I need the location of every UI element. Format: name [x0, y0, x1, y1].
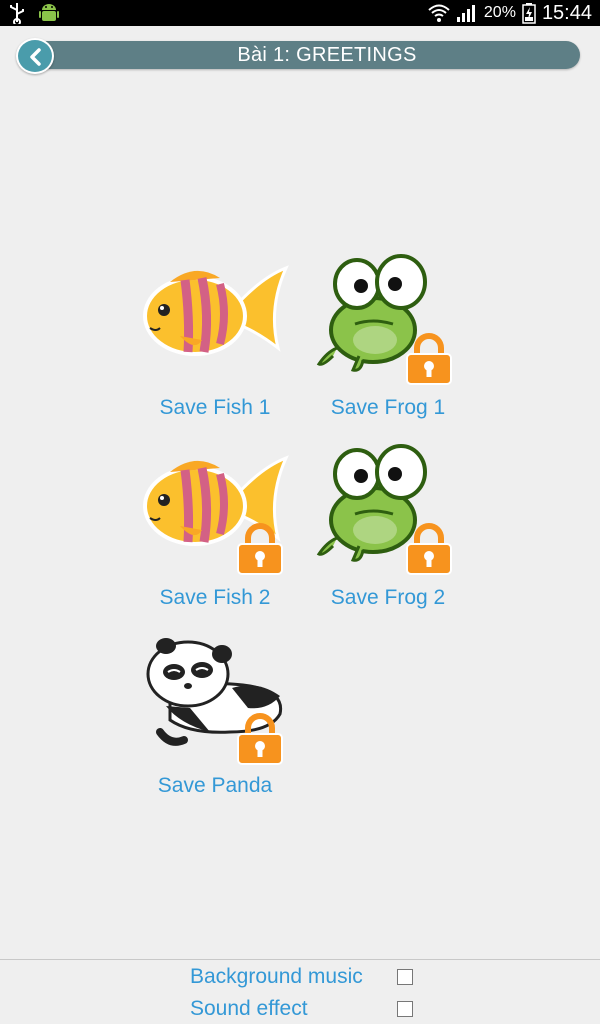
battery-icon [522, 3, 536, 24]
fish-image [143, 265, 289, 356]
lesson-label: Save Fish 2 [159, 586, 271, 609]
status-bar: 20% 15:44 [0, 0, 600, 26]
background-music-checkbox[interactable] [397, 969, 413, 985]
lock-icon [406, 523, 452, 575]
setting-label: Sound effect [190, 997, 308, 1020]
title-pill: Bài 1: GREETINGS [34, 41, 580, 69]
android-icon [39, 4, 59, 21]
usb-icon [10, 3, 24, 24]
wifi-icon [428, 4, 450, 22]
lesson-tile-fish-1[interactable]: Save Fish 1 [140, 248, 290, 428]
chevron-left-icon [30, 48, 41, 66]
signal-icon [456, 5, 475, 22]
lock-icon [237, 523, 283, 575]
lesson-label: Save Frog 2 [330, 586, 446, 609]
lesson-tile-frog-1[interactable]: Save Frog 1 [313, 248, 463, 428]
setting-label: Background music [190, 965, 363, 988]
lesson-label: Save Fish 1 [159, 396, 271, 419]
title-bar: Bài 1: GREETINGS [16, 38, 580, 74]
back-button[interactable] [16, 38, 54, 74]
background-music-setting[interactable]: Background music [0, 962, 600, 992]
lock-icon [406, 333, 452, 385]
lesson-tile-fish-2[interactable]: Save Fish 2 [140, 438, 290, 618]
lesson-tile-frog-2[interactable]: Save Frog 2 [313, 438, 463, 618]
divider [0, 959, 600, 960]
clock: 15:44 [541, 1, 592, 24]
lesson-label: Save Frog 1 [330, 396, 446, 419]
sound-effect-checkbox[interactable] [397, 1001, 413, 1017]
battery-percent: 20% [483, 4, 516, 21]
lesson-label: Save Panda [157, 774, 273, 797]
page-title: Bài 1: GREETINGS [237, 44, 417, 66]
sound-effect-setting[interactable]: Sound effect [0, 994, 600, 1024]
lock-icon [237, 713, 283, 765]
lesson-tile-panda[interactable]: Save Panda [140, 628, 290, 808]
